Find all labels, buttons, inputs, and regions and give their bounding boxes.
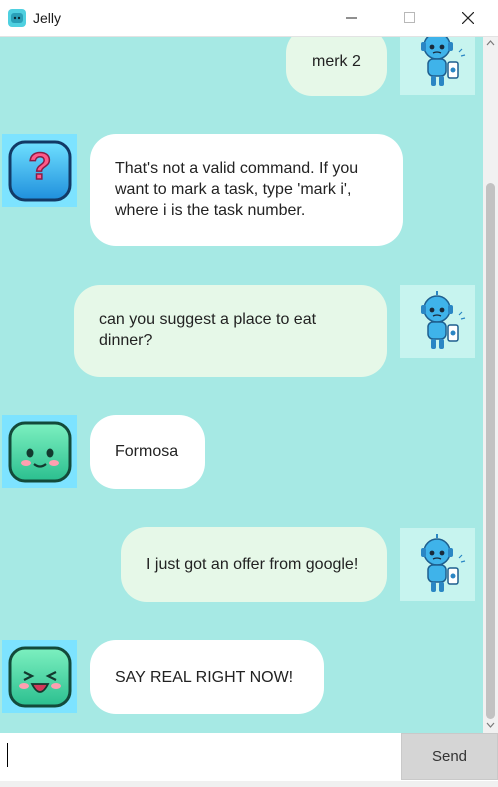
minimize-icon (346, 17, 357, 19)
scrollbar-thumb[interactable] (486, 183, 495, 719)
laughing-jelly-avatar (2, 640, 77, 713)
confused-jelly-avatar: ? (2, 134, 77, 207)
message-line: can you suggest a place to eat (99, 311, 317, 328)
robot-avatar (400, 285, 475, 358)
robot-avatar (400, 528, 475, 601)
vertical-scrollbar[interactable] (483, 37, 498, 733)
title-bar: Jelly (0, 0, 498, 37)
jelly-app-icon (8, 9, 26, 27)
message-line: That's not a valid command. If you (115, 160, 359, 177)
chat-area[interactable]: merk 2 ? That's not a valid command. If … (0, 37, 483, 733)
send-button[interactable]: Send (401, 733, 498, 780)
bot-message-bubble: That's not a valid command. If you want … (90, 134, 403, 246)
window-title: Jelly (33, 10, 62, 26)
close-icon (462, 12, 474, 24)
message-text: merk 2 (312, 53, 361, 70)
message-input[interactable] (0, 733, 401, 780)
maximize-icon (404, 12, 415, 23)
message-line: want to mark a task, type 'mark i', (115, 181, 352, 198)
message-text: SAY REAL RIGHT NOW! (115, 669, 294, 686)
input-bar: Send (0, 733, 498, 787)
maximize-button[interactable] (387, 0, 433, 36)
scroll-up-arrow-icon[interactable] (486, 39, 495, 47)
minimize-button[interactable] (329, 0, 375, 36)
svg-text:?: ? (28, 146, 51, 188)
scroll-down-arrow-icon[interactable] (486, 721, 495, 729)
text-caret (7, 743, 8, 767)
close-button[interactable] (445, 0, 491, 36)
message-line: where i is the task number. (115, 202, 306, 219)
smiling-jelly-avatar (2, 415, 77, 488)
bot-message-bubble: Formosa (90, 415, 205, 489)
message-line: dinner? (99, 332, 153, 349)
message-text: I just got an offer from google! (146, 556, 359, 573)
user-message-bubble: I just got an offer from google! (121, 527, 387, 602)
bot-message-bubble: SAY REAL RIGHT NOW! (90, 640, 324, 714)
robot-avatar (400, 37, 475, 95)
window-bottom-edge (0, 781, 498, 787)
message-text: Formosa (115, 443, 179, 460)
user-message-bubble: can you suggest a place to eat dinner? (74, 285, 387, 377)
user-message-bubble: merk 2 (286, 37, 387, 96)
